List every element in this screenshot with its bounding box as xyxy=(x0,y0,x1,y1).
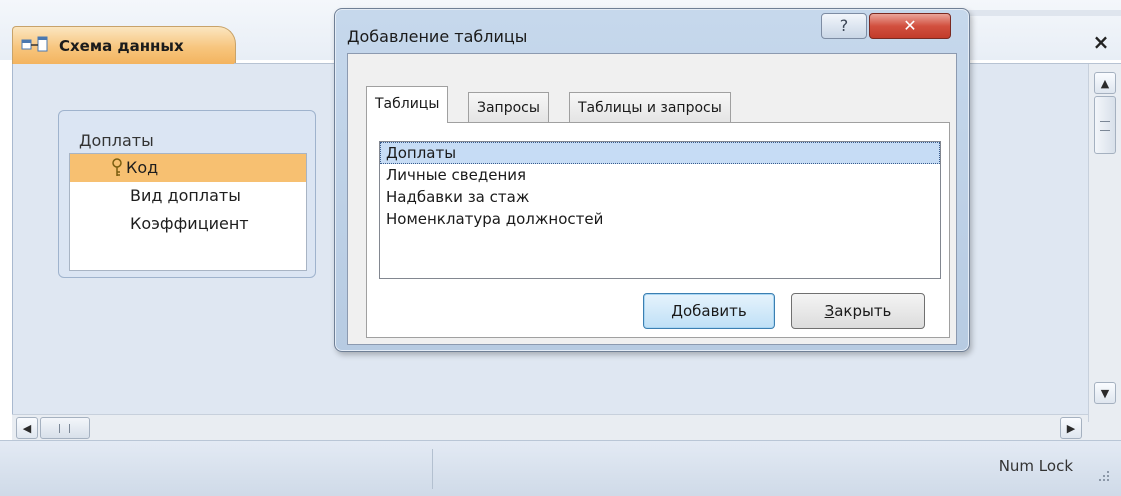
list-item[interactable]: Личные сведения xyxy=(380,164,940,186)
tab-tables[interactable]: Таблицы xyxy=(366,86,449,123)
scroll-left-icon[interactable]: ◀ xyxy=(16,417,38,439)
button-label-rest: акрыть xyxy=(834,302,892,320)
field-row-koefficient[interactable]: Коэффициент xyxy=(70,210,306,238)
size-grip-icon[interactable] xyxy=(1093,465,1111,483)
add-table-dialog: Добавление таблицы ? ✕ Таблицы Запросы Т… xyxy=(334,8,970,352)
key-icon xyxy=(110,154,126,182)
button-label-rest: обавить xyxy=(682,302,747,320)
scroll-down-icon[interactable]: ▼ xyxy=(1094,382,1116,404)
table-listbox[interactable]: Доплаты Личные сведения Надбавки за стаж… xyxy=(379,141,941,279)
table-field-list-doplaty[interactable]: Доплаты Код Вид доплаты Коэффициент xyxy=(58,110,316,278)
num-lock-indicator: Num Lock xyxy=(998,457,1073,475)
field-row-kod[interactable]: Код xyxy=(70,154,306,182)
tab-panel: Доплаты Личные сведения Надбавки за стаж… xyxy=(366,122,950,338)
dialog-close-button[interactable]: ✕ xyxy=(869,13,951,39)
horizontal-scrollbar[interactable]: ◀ ▶ xyxy=(12,414,1088,440)
list-item[interactable]: Надбавки за стаж xyxy=(380,186,940,208)
scroll-right-icon[interactable]: ▶ xyxy=(1060,417,1082,439)
field-list: Код Вид доплаты Коэффициент xyxy=(69,153,307,271)
accelerator-letter: З xyxy=(824,302,835,320)
status-divider xyxy=(432,449,433,489)
vertical-scroll-thumb[interactable] xyxy=(1094,96,1116,154)
add-button[interactable]: Добавить xyxy=(643,293,775,329)
list-item[interactable]: Доплаты xyxy=(380,142,940,164)
vertical-scrollbar[interactable]: ▲ ▼ xyxy=(1088,64,1121,422)
scrollbar-corner xyxy=(1088,422,1121,440)
tab-relationships[interactable]: Схема данных xyxy=(12,26,236,64)
relationships-icon xyxy=(21,36,49,56)
tab-tables-and-queries[interactable]: Таблицы и запросы xyxy=(569,92,731,122)
tab-label: Схема данных xyxy=(59,36,184,55)
list-item[interactable]: Номенклатура должностей xyxy=(380,208,940,230)
dialog-title: Добавление таблицы xyxy=(347,27,528,46)
close-document-icon[interactable]: × xyxy=(1091,32,1111,52)
tab-queries[interactable]: Запросы xyxy=(468,92,549,122)
table-title: Доплаты xyxy=(79,131,154,150)
help-button[interactable]: ? xyxy=(821,13,867,39)
horizontal-scroll-thumb[interactable] xyxy=(40,417,90,439)
field-row-vid-doplaty[interactable]: Вид доплаты xyxy=(70,182,306,210)
field-label: Код xyxy=(126,158,159,177)
status-bar: Num Lock xyxy=(0,440,1121,496)
dialog-body: Таблицы Запросы Таблицы и запросы Доплат… xyxy=(347,53,957,345)
accelerator-letter: Д xyxy=(671,302,683,320)
scroll-up-icon[interactable]: ▲ xyxy=(1094,72,1116,94)
close-button[interactable]: Закрыть xyxy=(791,293,925,329)
field-label: Коэффициент xyxy=(130,214,249,233)
field-label: Вид доплаты xyxy=(130,186,241,205)
